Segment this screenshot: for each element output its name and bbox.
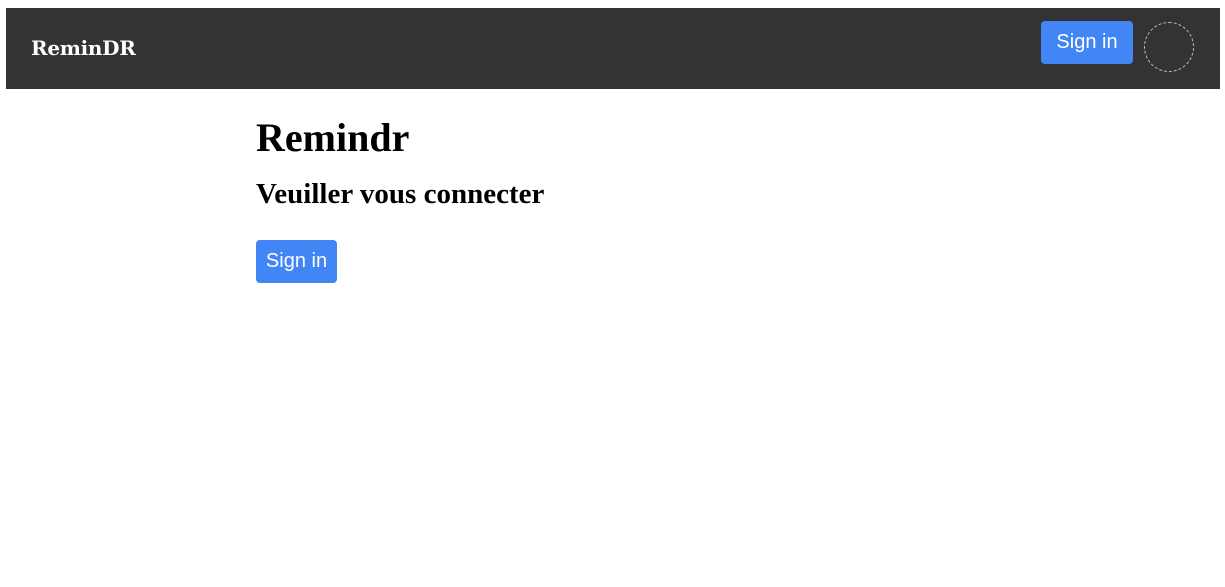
- top-navbar: ReminDR Sign in: [6, 8, 1220, 89]
- main-content: Remindr Veuiller vous connecter Sign in: [256, 113, 544, 283]
- navbar-sign-in-button[interactable]: Sign in: [1041, 21, 1133, 64]
- page-title: Remindr: [256, 115, 410, 160]
- brand-logo[interactable]: ReminDR: [31, 35, 136, 61]
- user-avatar-icon[interactable]: [1144, 22, 1194, 72]
- page-subtitle: Veuiller vous connecter: [256, 178, 545, 210]
- sign-in-button[interactable]: Sign in: [256, 240, 337, 283]
